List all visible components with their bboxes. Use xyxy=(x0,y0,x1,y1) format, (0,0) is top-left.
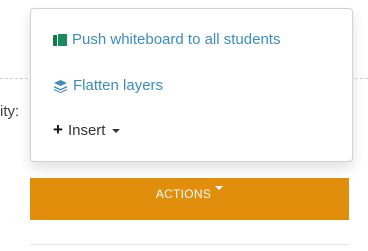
menu-item-label: Push whiteboard to all students xyxy=(72,31,281,48)
actions-button[interactable]: ACTIONS xyxy=(30,178,349,220)
actions-dropdown-menu: Push whiteboard to all students Flatten … xyxy=(30,8,353,162)
plus-icon: + xyxy=(53,120,63,139)
menu-item-push-whiteboard[interactable]: Push whiteboard to all students xyxy=(53,31,280,48)
menu-item-insert[interactable]: + Insert xyxy=(53,120,121,139)
menu-item-label: Insert xyxy=(67,122,106,139)
bottom-divider xyxy=(30,244,349,245)
actions-button-label: ACTIONS xyxy=(155,187,212,201)
menu-item-label: Flatten layers xyxy=(73,77,164,94)
caret-down-icon xyxy=(112,128,121,133)
field-label-fragment: ity: xyxy=(0,103,20,120)
layers-icon xyxy=(53,79,68,93)
caret-down-icon xyxy=(215,186,224,190)
copy-icon xyxy=(53,32,68,47)
menu-item-flatten-layers[interactable]: Flatten layers xyxy=(53,77,163,94)
